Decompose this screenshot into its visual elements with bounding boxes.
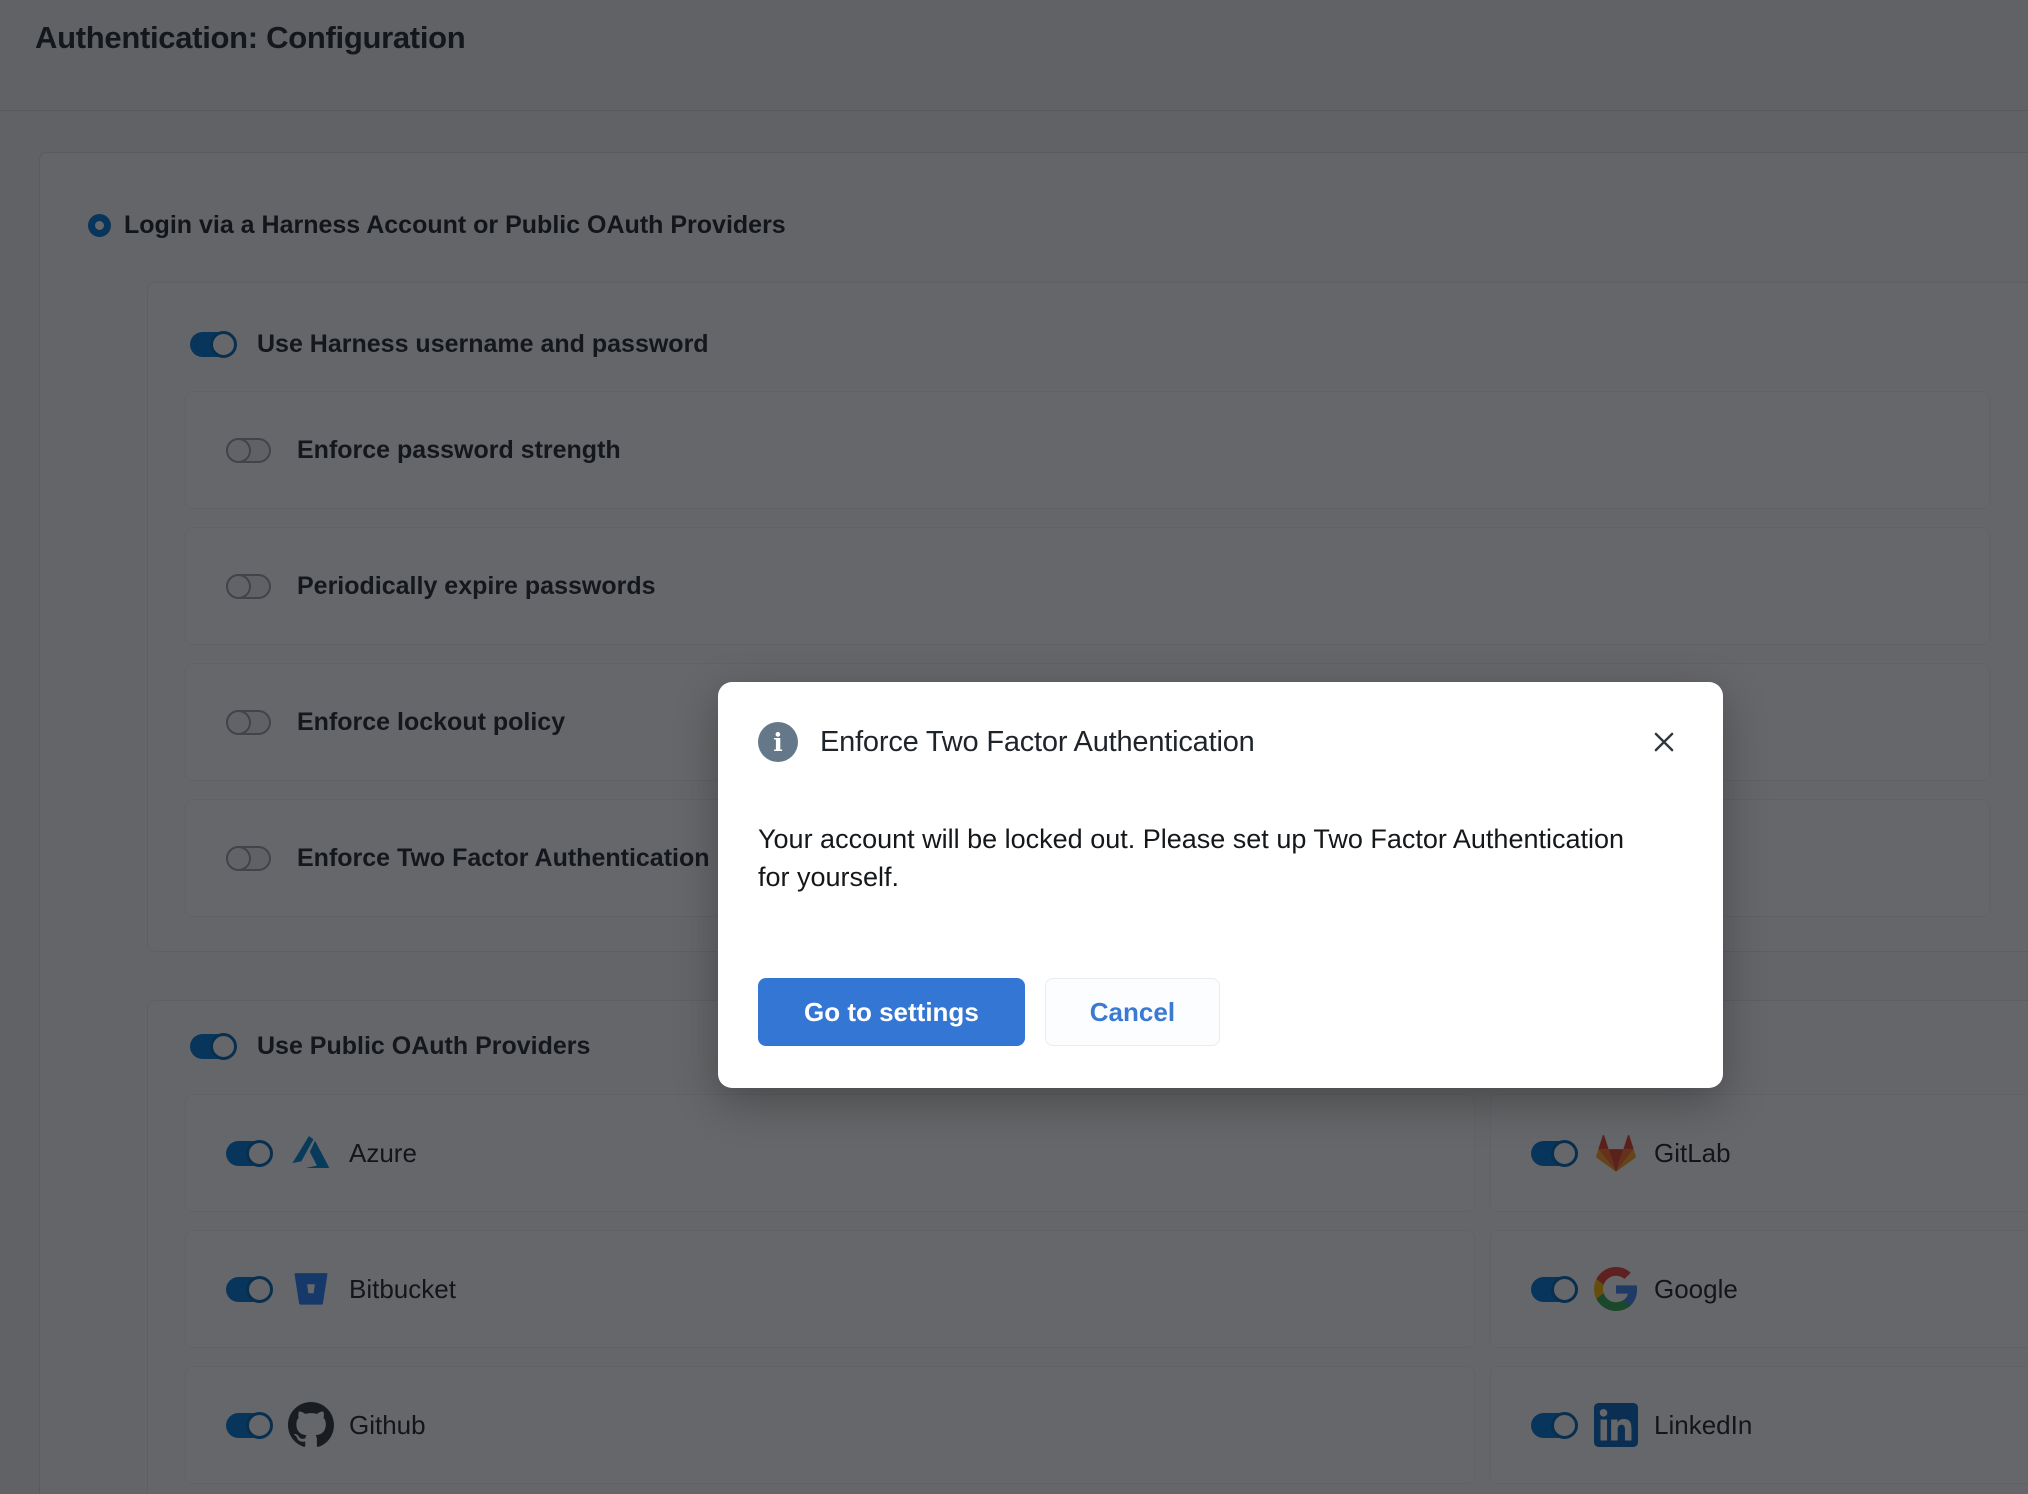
- cancel-button[interactable]: Cancel: [1045, 978, 1220, 1046]
- authentication-configuration-page: Authentication: Configuration Login via …: [0, 0, 2028, 1494]
- go-to-settings-button[interactable]: Go to settings: [758, 978, 1025, 1046]
- close-icon: [1649, 727, 1679, 757]
- info-icon: i: [758, 722, 798, 762]
- dialog-actions: Go to settings Cancel: [758, 978, 1220, 1046]
- dialog-body-text: Your account will be locked out. Please …: [758, 820, 1638, 896]
- dialog-header: i Enforce Two Factor Authentication: [758, 722, 1683, 762]
- close-button[interactable]: [1645, 723, 1683, 761]
- two-factor-dialog: i Enforce Two Factor Authentication Your…: [718, 682, 1723, 1088]
- dialog-title: Enforce Two Factor Authentication: [820, 726, 1255, 759]
